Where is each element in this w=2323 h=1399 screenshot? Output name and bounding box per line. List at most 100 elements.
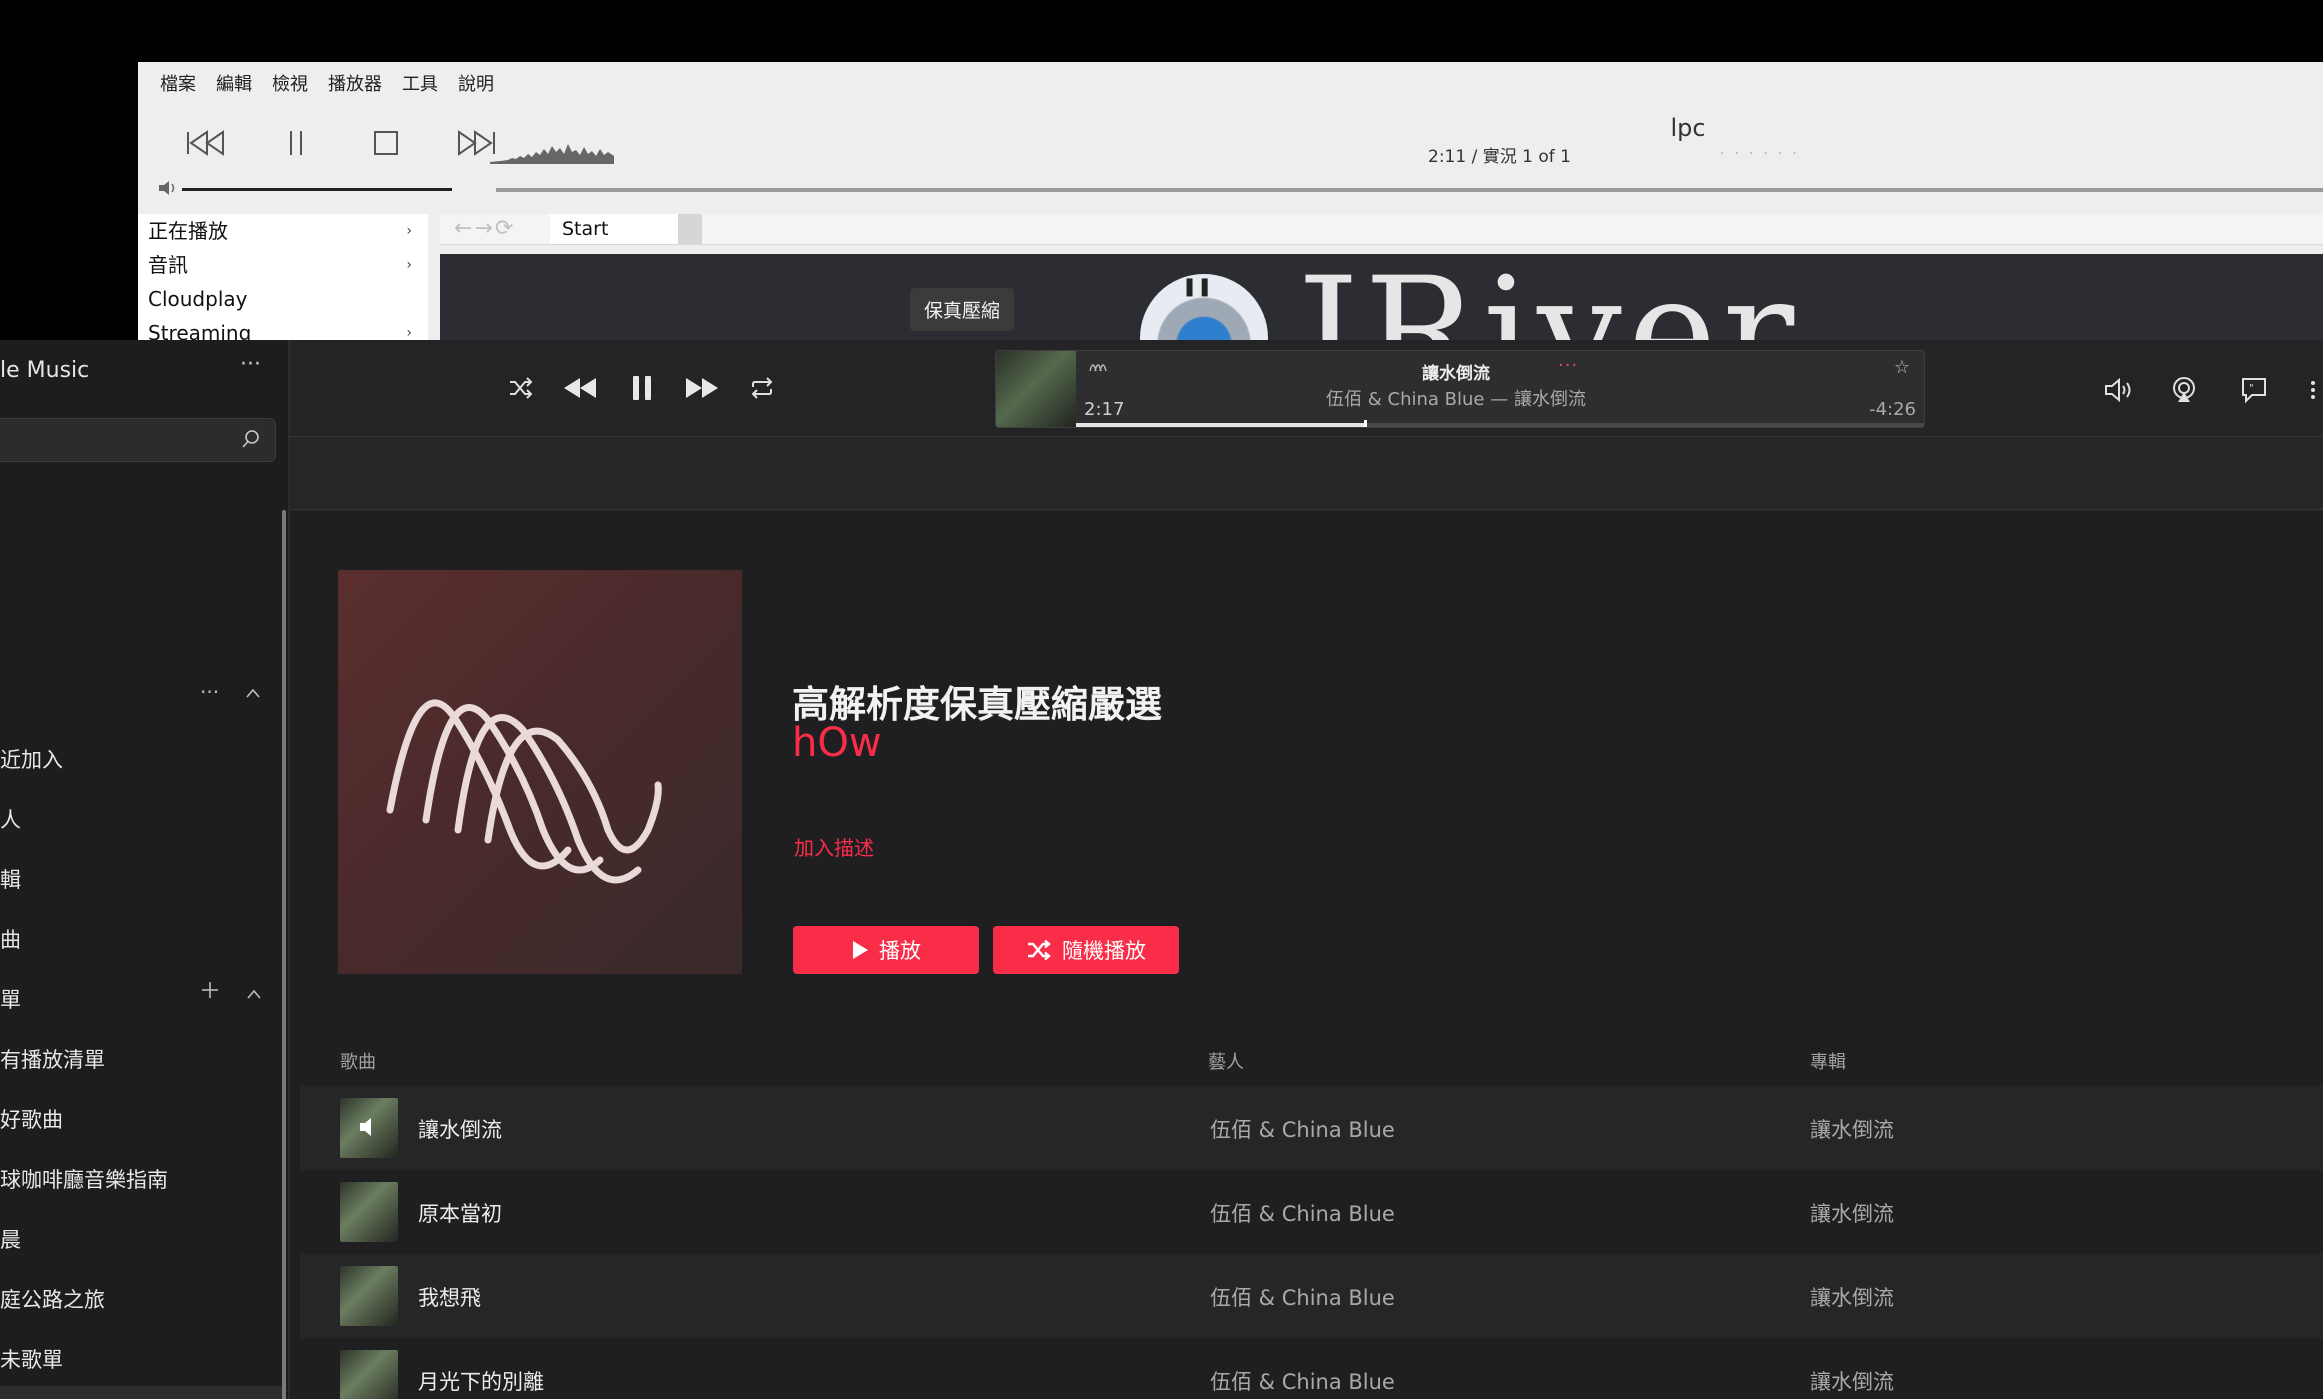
jriver-stop-button[interactable] (363, 122, 409, 164)
sidebar-item-playlist[interactable]: 球咖啡廳音樂指南 (0, 1164, 168, 1194)
elapsed-time: 2:17 (1084, 399, 1125, 420)
track-artist[interactable]: 伍佰 & China Blue (1210, 1366, 1395, 1396)
menu-player[interactable]: 播放器 (328, 70, 382, 100)
tree-item-label: 音訊 (148, 253, 188, 277)
jriver-tree: 正在播放 › 音訊 › Cloudplay Streaming › (138, 214, 428, 347)
track-artist[interactable]: 伍佰 & China Blue (1210, 1282, 1395, 1312)
column-header-artist[interactable]: 藝人 (1208, 1048, 1244, 1074)
chevron-up-icon[interactable] (246, 988, 262, 1000)
track-artist[interactable]: 伍佰 & China Blue (1210, 1114, 1395, 1144)
chevron-up-icon[interactable] (245, 687, 261, 699)
lossless-waves-artwork-icon (386, 699, 662, 884)
shuffle-button-label: 隨機播放 (1062, 939, 1146, 963)
speaker-icon (2105, 378, 2131, 402)
track-title: 我想飛 (418, 1286, 481, 1310)
sidebar-item-artists[interactable]: 人 (0, 804, 21, 834)
remaining-time: -4:26 (1869, 399, 1916, 420)
pause-button[interactable] (622, 368, 662, 408)
tooltip: 保真壓縮 (910, 288, 1015, 331)
back-forward-refresh-icons[interactable]: ←→⟳ (454, 216, 515, 241)
up-next-button[interactable] (2300, 370, 2323, 410)
sidebar: le Music ··· ··· 近加入 人 輯 曲 單 有播放清單 好歌曲 球… (0, 340, 290, 1399)
volume-button[interactable] (2100, 370, 2140, 410)
playlist-owner[interactable]: hOw (792, 720, 882, 766)
column-header-song[interactable]: 歌曲 (340, 1048, 376, 1074)
sidebar-item-playlist[interactable]: 好歌曲 (0, 1104, 63, 1134)
jriver-seek-bar[interactable] (496, 188, 2323, 192)
table-row[interactable]: 讓水倒流 伍佰 & China Blue 讓水倒流 (300, 1086, 2323, 1170)
now-playing-artwork[interactable] (996, 351, 1076, 427)
search-input[interactable] (0, 418, 276, 462)
track-artwork (340, 1266, 398, 1326)
track-title: 原本當初 (418, 1202, 502, 1226)
sidebar-selected-item[interactable] (0, 1386, 282, 1399)
tree-item-label: Cloudplay (148, 287, 248, 311)
library-section-controls: ··· (200, 680, 261, 704)
sidebar-scrollbar[interactable] (282, 510, 286, 1399)
column-header-album[interactable]: 專輯 (1810, 1048, 1846, 1074)
pause-icon: ❚❚ (1182, 276, 1213, 297)
progress-fill (1076, 423, 1365, 427)
track-artist[interactable]: 伍佰 & China Blue (1210, 1198, 1395, 1228)
lyrics-button[interactable]: " (2234, 370, 2274, 410)
jriver-pause-button[interactable] (273, 122, 319, 164)
sidebar-more-button[interactable]: ··· (240, 352, 261, 377)
pause-icon (633, 376, 651, 400)
jriver-previous-button[interactable] (183, 122, 229, 164)
add-description-link[interactable]: 加入描述 (794, 832, 874, 861)
sidebar-item-recently-added[interactable]: 近加入 (0, 744, 63, 774)
menu-file[interactable]: 檔案 (160, 70, 196, 100)
track-album[interactable]: 讓水倒流 (1810, 1114, 1894, 1144)
sidebar-item-albums[interactable]: 輯 (0, 864, 21, 894)
progress-bar[interactable] (1076, 420, 1924, 427)
progress-knob[interactable] (1364, 420, 1368, 427)
sidebar-item-all-playlists[interactable]: 有播放清單 (0, 1044, 105, 1074)
track-album[interactable]: 讓水倒流 (1810, 1282, 1894, 1312)
table-row[interactable]: 我想飛 伍佰 & China Blue 讓水倒流 (300, 1254, 2323, 1338)
lossless-waves-icon (1089, 364, 1107, 372)
track-title: 月光下的別離 (418, 1370, 544, 1394)
menu-edit[interactable]: 編輯 (216, 70, 252, 100)
now-playing-more-button[interactable]: ··· (1558, 355, 1578, 376)
sidebar-item-playlist[interactable]: 庭公路之旅 (0, 1284, 105, 1314)
menu-tools[interactable]: 工具 (402, 70, 438, 100)
star-icon[interactable]: ☆ (1894, 357, 1910, 378)
shuffle-icon (1028, 940, 1051, 960)
track-album[interactable]: 讓水倒流 (1810, 1366, 1894, 1396)
sidebar-item-songs[interactable]: 曲 (0, 924, 21, 954)
jriver-menubar: 檔案 編輯 檢視 播放器 工具 說明 (160, 70, 494, 100)
shuffle-play-button[interactable]: 隨機播放 (993, 926, 1179, 974)
apple-music-window: le Music ··· ··· 近加入 人 輯 曲 單 有播放清單 好歌曲 球… (0, 340, 2323, 1399)
sidebar-item-playlist[interactable]: 未歌單 (0, 1344, 63, 1374)
tree-item-cloudplay[interactable]: Cloudplay (138, 282, 428, 316)
playlist-section-controls (200, 980, 262, 1005)
now-playing-artist[interactable]: 伍佰 & China Blue — 讓水倒流 (1246, 385, 1666, 411)
playlist-artwork[interactable] (338, 570, 742, 974)
track-album[interactable]: 讓水倒流 (1810, 1198, 1894, 1228)
now-playing-panel[interactable]: 讓水倒流 ··· ☆ 伍佰 & China Blue — 讓水倒流 2:17 -… (995, 350, 1925, 428)
jriver-volume-slider[interactable] (182, 188, 452, 191)
tab-start[interactable]: Start (550, 214, 678, 244)
tree-item-now-playing[interactable]: 正在播放 › (138, 214, 428, 248)
table-row[interactable]: 原本當初 伍佰 & China Blue 讓水倒流 (300, 1170, 2323, 1254)
tree-item-audio[interactable]: 音訊 › (138, 248, 428, 282)
table-row[interactable]: 月光下的別離 伍佰 & China Blue 讓水倒流 (300, 1338, 2323, 1399)
volume-icon[interactable] (158, 180, 178, 196)
plus-icon[interactable] (200, 980, 220, 1000)
airplay-button[interactable] (2164, 370, 2204, 410)
track-artwork (340, 1350, 398, 1399)
menu-view[interactable]: 檢視 (272, 70, 308, 100)
repeat-button[interactable] (742, 368, 782, 408)
airplay-icon (2173, 377, 2195, 402)
jriver-rating-dots[interactable]: ······ (1720, 146, 1807, 162)
sidebar-item-playlist[interactable]: 晨 (0, 1224, 21, 1254)
more-icon[interactable]: ··· (200, 680, 219, 704)
menu-help[interactable]: 說明 (458, 70, 494, 100)
repeat-icon (751, 377, 773, 399)
shuffle-button[interactable] (501, 368, 541, 408)
play-button-label: 播放 (879, 939, 921, 963)
app-title: le Music (0, 358, 90, 383)
play-button[interactable]: 播放 (793, 926, 979, 974)
next-button[interactable] (682, 368, 722, 408)
previous-button[interactable] (560, 368, 600, 408)
